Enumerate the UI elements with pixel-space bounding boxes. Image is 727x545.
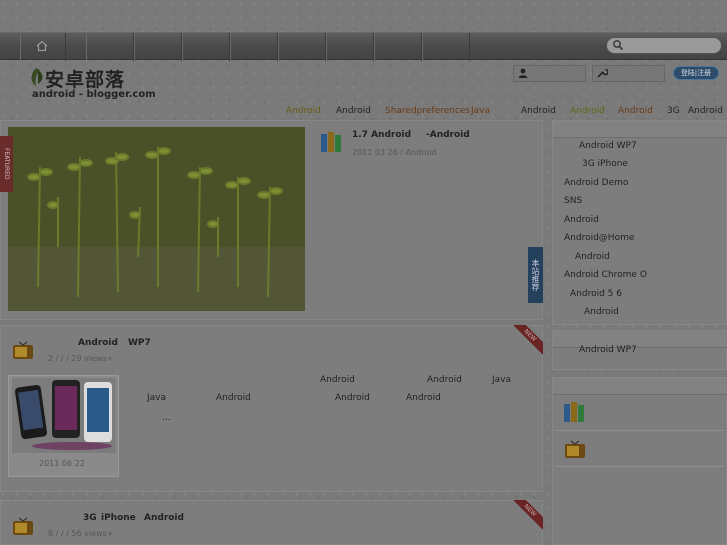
sidebar-divider [556,430,724,431]
books-icon [321,132,341,152]
featured-ribbon: FEATURED [0,136,13,192]
sidebar-divider [556,466,724,467]
post-excerpt-word: Java [492,375,512,385]
tag-link[interactable]: Android [336,106,371,116]
post-title-mid[interactable]: iPhone [101,513,136,523]
books-icon[interactable] [563,401,587,423]
new-badge: NEW [509,500,543,534]
sidebar-link[interactable]: Android Chrome O [564,270,647,280]
tv-icon [13,341,33,359]
post-excerpt-word: Java [147,393,167,403]
sidebar-link[interactable]: Android@Home [564,233,634,243]
post-title-suffix[interactable]: WP7 [128,338,151,348]
tag-link[interactable]: Android [570,106,605,116]
post-thumbnail[interactable] [12,378,116,453]
login-register-button[interactable]: 登陆|注册 [673,66,719,80]
logo-text-cn: 安卓部落 [45,69,126,91]
sidebar-link[interactable]: 3G iPhone [582,159,628,169]
tag-link[interactable]: Android [688,106,723,116]
thumbnail-date: 2011 06 22 [39,459,85,468]
tv-icon[interactable] [564,437,586,459]
wrench-icon [597,68,608,78]
featured-meta: 2011 03 26 / Android [352,148,437,157]
post-excerpt-ellipsis: ... [162,413,171,423]
sidebar-link[interactable]: Android [584,307,619,317]
sidebar-link[interactable]: Android Demo [564,178,628,188]
sidebar-link[interactable]: SNS [564,196,582,206]
sidebar-link[interactable]: Android WP7 [579,141,637,151]
new-badge: NEW [509,325,543,359]
recommend-side-tab[interactable]: 本站推荐 [528,247,543,303]
tag-link[interactable]: 3G [667,106,680,116]
featured-title-suffix[interactable]: -Android [426,130,470,140]
post-excerpt-word: Android [320,375,355,385]
featured-title[interactable]: 1.7 Android [352,130,411,140]
sidebar-link[interactable]: Android [564,215,599,225]
sidebar-link[interactable]: Android WP7 [579,345,637,355]
tv-icon [13,517,33,535]
post-excerpt-word: Android [427,375,462,385]
post-excerpt-word: Android [335,393,370,403]
nav-tab[interactable] [230,33,278,61]
nav-tab[interactable] [86,33,134,61]
sidebar-header [553,121,727,138]
post-meta: 2 / / / 29 views+ [48,354,114,363]
tag-link[interactable]: Android [521,106,556,116]
post-excerpt-word: Android [406,393,441,403]
nav-tab[interactable] [374,33,422,61]
featured-image[interactable] [8,127,305,311]
tag-link[interactable]: Android [618,106,653,116]
search-icon[interactable] [612,39,624,51]
home-icon[interactable] [36,40,48,52]
sidebar-link[interactable]: Android 5 6 [570,289,622,299]
tag-link[interactable]: Java [471,106,490,116]
nav-tab[interactable] [422,33,470,61]
post-title-suffix[interactable]: Android [144,513,184,523]
post-card [0,500,543,545]
sidebar-link[interactable]: Android [575,252,610,262]
post-title[interactable]: Android [78,338,118,348]
post-title[interactable]: 3G [83,513,97,523]
tag-link[interactable]: Android [286,106,321,116]
nav-tab[interactable] [182,33,230,61]
user-icon [518,68,528,78]
nav-tab[interactable] [134,33,182,61]
post-meta: 8 / / / 56 views+ [48,529,114,538]
logo-text-en: android - blogger.com [32,89,156,100]
nav-tab[interactable] [326,33,374,61]
nav-tab[interactable] [278,33,326,61]
tag-link[interactable]: Sharedpreferences [385,106,470,116]
sidebar-header [553,378,727,395]
post-excerpt-word: Android [216,393,251,403]
